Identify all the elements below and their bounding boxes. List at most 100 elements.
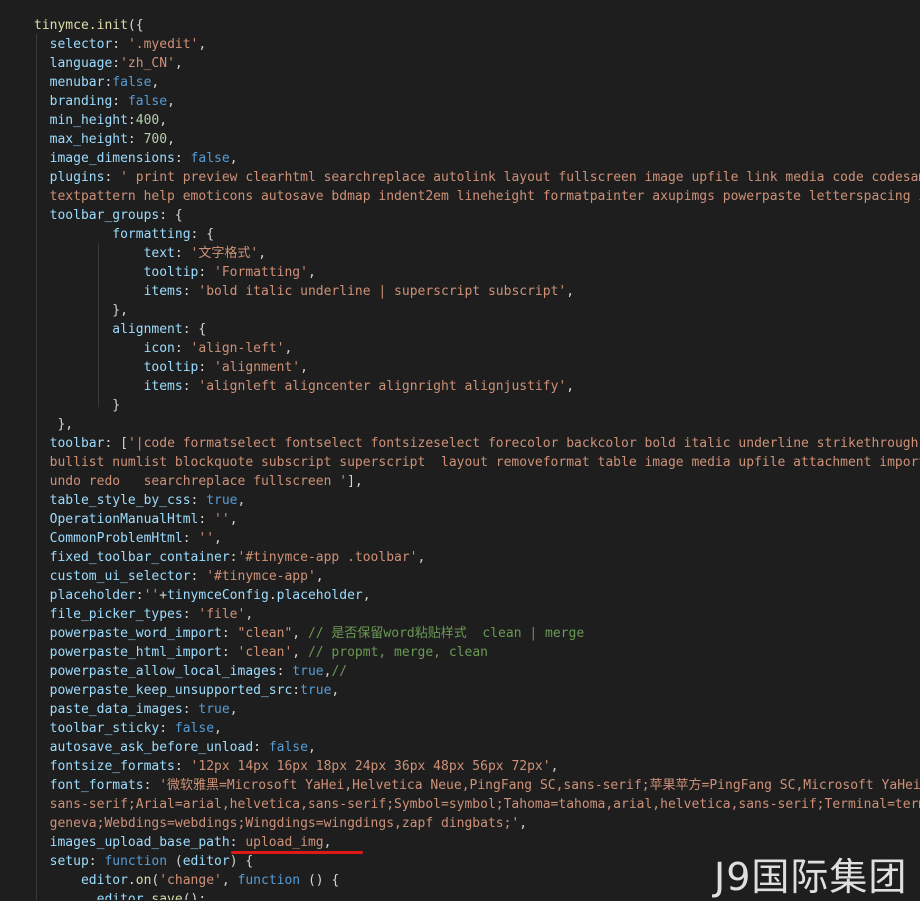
code-token: : bbox=[198, 265, 215, 280]
code-token: : bbox=[182, 284, 199, 299]
code-token: false bbox=[190, 151, 230, 166]
code-token: : bbox=[182, 379, 199, 394]
code-token: , bbox=[229, 702, 238, 717]
code-token: , bbox=[292, 626, 308, 641]
code-line: powerpaste_keep_unsupported_src:true, bbox=[34, 681, 340, 700]
code-line: images_upload_base_path: upload_img, bbox=[34, 833, 332, 852]
code-token: fixed_toolbar_container bbox=[34, 550, 230, 565]
code-token: 'alignleft aligncenter alignright alignj… bbox=[198, 379, 567, 394]
code-token: : bbox=[190, 493, 207, 508]
code-token: editor bbox=[34, 892, 144, 900]
code-token: '|code formatselect fontselect fontsizes… bbox=[127, 436, 920, 451]
code-token: table_style_by_css bbox=[34, 493, 191, 508]
code-token: () { bbox=[300, 873, 340, 888]
code-token: // propmt, merge, clean bbox=[307, 645, 488, 660]
code-token: : bbox=[174, 759, 191, 774]
code-token: : bbox=[112, 56, 121, 71]
code-token: ' print preview clearhtml searchreplace … bbox=[120, 170, 920, 185]
code-line: powerpaste_allow_local_images: true,// bbox=[34, 662, 347, 681]
code-token: tooltip bbox=[34, 360, 199, 375]
code-token: textpattern help emoticons autosave bdma… bbox=[34, 189, 920, 204]
code-line: powerpaste_html_import: 'clean', // prop… bbox=[34, 643, 488, 662]
code-token: save bbox=[151, 892, 183, 900]
code-token: toolbar bbox=[34, 436, 105, 451]
code-token: '12px 14px 16px 18px 24px 36px 48px 56px… bbox=[190, 759, 551, 774]
code-token: : bbox=[276, 664, 293, 679]
code-line: CommonProblemHtml: '', bbox=[34, 529, 222, 548]
code-token: }, bbox=[34, 417, 74, 432]
code-line: undo redo searchreplace fullscreen '], bbox=[34, 472, 363, 491]
code-token: CommonProblemHtml bbox=[34, 531, 183, 546]
code-line: sans-serif;Arial=arial,helvetica,sans-se… bbox=[34, 795, 920, 814]
code-token: , bbox=[167, 132, 175, 147]
code-token: : [ bbox=[104, 436, 128, 451]
code-token: : { bbox=[190, 227, 215, 242]
code-token: text bbox=[34, 246, 175, 261]
code-token: custom_ui_selector bbox=[34, 569, 191, 584]
code-token: , bbox=[331, 683, 340, 698]
code-token: , bbox=[198, 37, 207, 52]
code-token: , bbox=[307, 740, 316, 755]
code-token: : bbox=[135, 588, 144, 603]
code-token: fontsize_formats bbox=[34, 759, 175, 774]
code-token: true bbox=[206, 493, 238, 508]
code-token: , bbox=[550, 759, 559, 774]
code-token: OperationManualHtml bbox=[34, 512, 199, 527]
code-line: min_height:400, bbox=[34, 111, 167, 130]
code-token: powerpaste_word_import bbox=[34, 626, 222, 641]
code-token: 'Formatting' bbox=[214, 265, 308, 280]
code-token: : bbox=[127, 113, 136, 128]
code-token: }, bbox=[34, 303, 128, 318]
code-token: powerpaste_html_import bbox=[34, 645, 222, 660]
code-token: 700 bbox=[143, 132, 168, 147]
code-token: 400 bbox=[135, 113, 160, 128]
code-token: , bbox=[315, 569, 324, 584]
code-token: 'bold italic underline | superscript sub… bbox=[198, 284, 567, 299]
code-token: // bbox=[331, 664, 348, 679]
code-line: setup: function (editor) { bbox=[34, 852, 254, 871]
code-token: , bbox=[284, 341, 293, 356]
code-token: autosave_ask_before_unload bbox=[34, 740, 254, 755]
code-token: : { bbox=[182, 322, 207, 337]
code-token: , bbox=[167, 94, 175, 109]
code-token: : bbox=[221, 626, 238, 641]
code-line: image_dimensions: false, bbox=[34, 149, 238, 168]
code-line: max_height: 700, bbox=[34, 130, 175, 149]
code-token: + bbox=[159, 588, 168, 603]
code-line: placeholder:''+tinymceConfig.placeholder… bbox=[34, 586, 371, 605]
code-token: branding bbox=[34, 94, 113, 109]
code-token: : bbox=[174, 246, 191, 261]
code-token: false bbox=[112, 75, 152, 90]
code-line: bullist numlist blockquote subscript sup… bbox=[34, 453, 920, 472]
code-token: setup bbox=[34, 854, 89, 869]
code-token: '文字格式' bbox=[190, 246, 259, 261]
code-token: , bbox=[292, 645, 308, 660]
code-line: OperationManualHtml: '', bbox=[34, 510, 238, 529]
code-token: toolbar_sticky bbox=[34, 721, 160, 736]
code-line: branding: false, bbox=[34, 92, 175, 111]
code-line: fixed_toolbar_container:'#tinymce-app .t… bbox=[34, 548, 426, 567]
code-token: . bbox=[127, 873, 136, 888]
code-editor[interactable]: tinymce.init({ selector: '.myedit', lang… bbox=[0, 0, 920, 900]
code-token: : bbox=[143, 778, 160, 793]
code-token: '' bbox=[143, 588, 160, 603]
code-line: custom_ui_selector: '#tinymce-app', bbox=[34, 567, 324, 586]
code-token: , bbox=[300, 360, 308, 375]
code-token: : bbox=[112, 94, 128, 109]
code-token: min_height bbox=[34, 113, 128, 128]
code-line: text: '文字格式', bbox=[34, 244, 266, 263]
code-token: : bbox=[229, 835, 246, 850]
code-token: language bbox=[34, 56, 113, 71]
code-token: , bbox=[245, 607, 254, 622]
code-token: max_height bbox=[34, 132, 128, 147]
code-token: , bbox=[323, 835, 332, 850]
code-line: toolbar_groups: { bbox=[34, 206, 183, 225]
code-token: menubar bbox=[34, 75, 105, 90]
code-token: '#tinymce-app .toolbar' bbox=[237, 550, 418, 565]
code-token: false bbox=[127, 94, 168, 109]
code-line: toolbar_sticky: false, bbox=[34, 719, 222, 738]
code-token: : bbox=[198, 512, 215, 527]
code-token: true bbox=[300, 683, 332, 698]
code-token: , bbox=[307, 265, 316, 280]
code-token: editor bbox=[182, 854, 230, 869]
